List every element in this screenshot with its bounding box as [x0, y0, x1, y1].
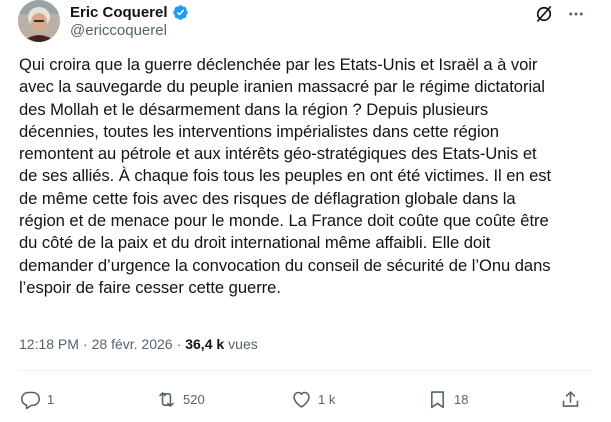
verified-badge-icon	[172, 4, 189, 21]
like-count: 1 k	[318, 391, 336, 407]
tweet: Eric Coquerel @ericcoquerel Qui croira q…	[0, 0, 611, 422]
bookmark-icon	[427, 389, 448, 410]
tweet-meta: 12:18 PM · 28 févr. 2026 · 36,4 k vues	[19, 336, 258, 352]
tweet-text: Qui croira que la guerre déclenchée par …	[19, 55, 552, 297]
reply-button[interactable]: 1	[20, 386, 54, 412]
meta-separator: ·	[176, 336, 182, 352]
bookmark-count: 18	[454, 391, 469, 407]
repost-icon	[156, 389, 177, 410]
heart-icon	[291, 389, 312, 410]
avatar-image	[18, 0, 60, 42]
repost-button[interactable]: 520	[156, 386, 205, 412]
grok-icon[interactable]	[530, 0, 558, 28]
author-display-name[interactable]: Eric Coquerel	[70, 4, 168, 21]
more-options-icon[interactable]	[562, 0, 590, 28]
views-label: vues	[228, 336, 258, 352]
reply-icon	[20, 389, 41, 410]
meta-separator: ·	[82, 336, 88, 352]
tweet-time[interactable]: 12:18 PM	[19, 336, 79, 352]
like-button[interactable]: 1 k	[291, 386, 335, 412]
share-button[interactable]	[560, 386, 581, 412]
tweet-date[interactable]: 28 févr. 2026	[92, 336, 173, 352]
avatar[interactable]	[18, 0, 60, 42]
author-handle[interactable]: @ericcoquerel	[70, 22, 167, 39]
share-icon	[560, 389, 581, 410]
bookmark-button[interactable]: 18	[427, 386, 468, 412]
reply-count: 1	[47, 391, 55, 407]
author-name-row: Eric Coquerel	[70, 2, 189, 22]
repost-count: 520	[183, 391, 205, 407]
views-count[interactable]: 36,4 k	[185, 336, 224, 352]
action-bar: 1 520 1 k 18	[0, 386, 611, 412]
divider	[19, 370, 592, 371]
